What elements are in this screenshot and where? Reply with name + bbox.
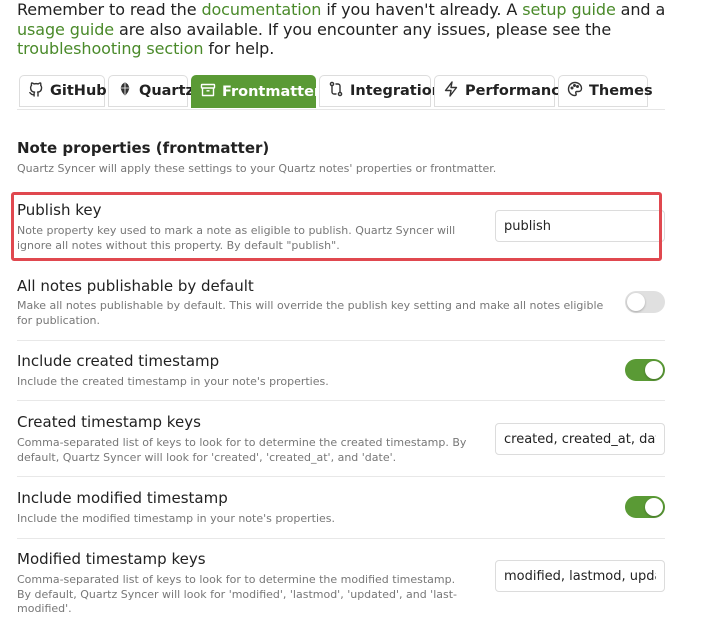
tab-label: Themes	[589, 83, 653, 99]
setting-name: Modified timestamp keys	[17, 550, 206, 568]
include-modified-toggle[interactable]	[625, 496, 665, 518]
setting-modified-keys: Modified timestamp keys Comma-separated …	[17, 549, 665, 615]
intro-text-part: and a	[615, 0, 666, 19]
setting-name: Created timestamp keys	[17, 413, 201, 431]
divider	[17, 400, 665, 401]
tab-label: Integration	[350, 83, 442, 99]
zap-icon	[443, 81, 459, 101]
intro-text-part: Remember to read the	[17, 0, 202, 19]
intro-text-part: if you haven't already. A	[321, 0, 523, 19]
section-title: Note properties (frontmatter)	[17, 139, 270, 157]
tab-label: GitHub	[50, 83, 107, 99]
intro-text: Remember to read the documentation if yo…	[17, 0, 697, 59]
quartz-icon	[117, 81, 133, 101]
integration-icon	[328, 81, 344, 101]
toggle-knob	[645, 361, 663, 379]
intro-text-part: for help.	[203, 39, 275, 58]
tab-performance[interactable]: Performance	[434, 75, 570, 107]
setting-description: Comma-separated list of keys to look for…	[17, 436, 467, 464]
toggle-knob	[645, 498, 663, 516]
setting-all-publishable: All notes publishable by default Make al…	[17, 276, 665, 334]
tab-github[interactable]: GitHub	[19, 75, 107, 107]
palette-icon	[567, 81, 583, 101]
intro-text-part: are also available. If you encounter any…	[114, 19, 612, 39]
archive-icon	[200, 82, 216, 102]
publish-key-input[interactable]	[495, 210, 665, 242]
section-description: Quartz Syncer will apply these settings …	[17, 162, 497, 175]
divider	[17, 538, 665, 539]
setting-description: Make all notes publishable by default. T…	[17, 299, 604, 327]
setting-description: Comma-separated list of keys to look for…	[17, 573, 458, 615]
setting-name: Include modified timestamp	[17, 489, 228, 507]
usage-guide-link[interactable]: usage guide	[17, 20, 114, 39]
setting-include-modified: Include modified timestamp Include the m…	[17, 488, 665, 528]
settings-tab-bar: GitHub Quartz Frontmatter Integration Pe…	[17, 75, 665, 110]
setting-description: Include the created timestamp in your no…	[17, 375, 329, 388]
all-publishable-toggle[interactable]	[625, 291, 665, 313]
setting-description: Note property key used to mark a note as…	[17, 224, 456, 252]
toggle-knob	[627, 293, 645, 311]
setting-name: All notes publishable by default	[17, 277, 254, 295]
divider	[17, 340, 665, 341]
tab-label: Performance	[465, 83, 570, 99]
include-created-toggle[interactable]	[625, 359, 665, 381]
setting-include-created: Include created timestamp Include the cr…	[17, 351, 665, 391]
tab-label: Frontmatter	[222, 83, 322, 100]
troubleshooting-link[interactable]: troubleshooting section	[17, 39, 203, 58]
documentation-link[interactable]: documentation	[201, 0, 321, 19]
setting-created-keys: Created timestamp keys Comma-separated l…	[17, 412, 665, 467]
tab-quartz[interactable]: Quartz	[108, 75, 194, 107]
setting-name: Publish key	[17, 201, 102, 219]
setting-description: Include the modified timestamp in your n…	[17, 512, 335, 525]
tab-label: Quartz	[139, 83, 194, 99]
tab-frontmatter[interactable]: Frontmatter	[191, 75, 321, 108]
modified-keys-input[interactable]	[495, 560, 665, 592]
setting-publish-key: Publish key Note property key used to ma…	[17, 200, 665, 258]
tab-themes[interactable]: Themes	[558, 75, 653, 107]
created-keys-input[interactable]	[495, 423, 665, 455]
divider	[17, 476, 665, 477]
setup-guide-link[interactable]: setup guide	[522, 0, 616, 19]
tab-integration[interactable]: Integration	[319, 75, 442, 107]
setting-name: Include created timestamp	[17, 352, 220, 370]
github-icon	[28, 81, 44, 101]
